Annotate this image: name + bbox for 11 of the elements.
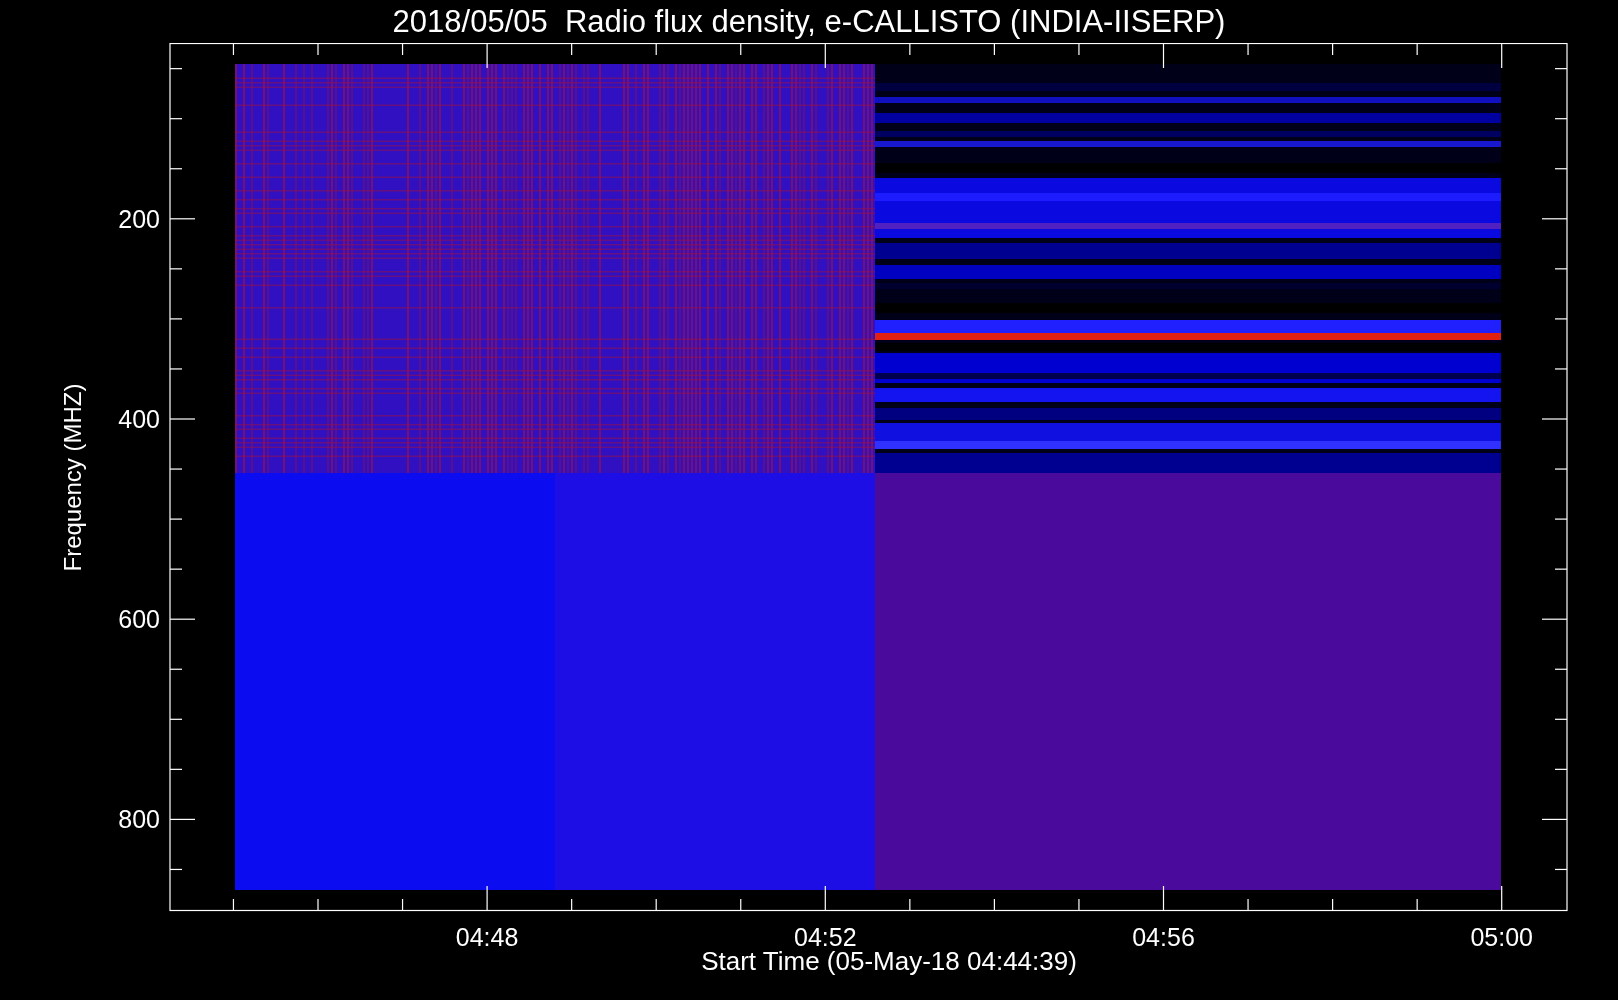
x-tick-label: 04:56 [1132,923,1195,948]
x-axis-label: Start Time (05-May-18 04:44:39) [701,948,1077,974]
y-tick-label: 200 [118,204,160,233]
y-tick-label: 400 [118,405,160,433]
x-tick-label: 04:52 [794,923,857,948]
x-tick-label: 05:00 [1470,923,1533,948]
x-tick-label: 04:48 [455,923,519,948]
y-axis-label: Frequency (MHZ) [58,383,86,571]
chart-title: 2018/05/05 Radio flux density, e-CALLISTO (INDIA-IISERP) [392,6,1226,37]
y-tick-label: 800 [118,805,160,834]
y-tick-label: 600 [118,605,160,634]
